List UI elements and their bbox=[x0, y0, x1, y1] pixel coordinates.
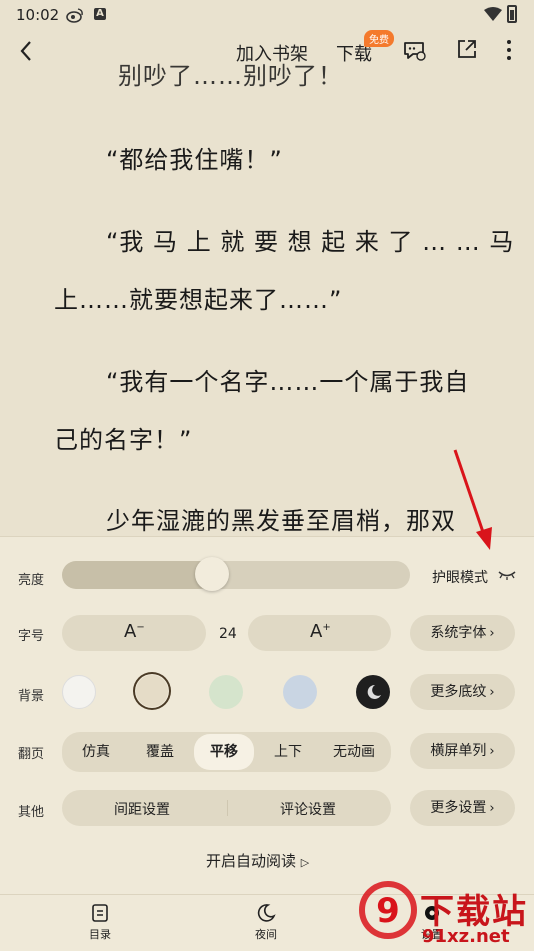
chevron-right-icon: › bbox=[489, 801, 495, 816]
share-icon[interactable] bbox=[456, 38, 478, 60]
page-flip-option[interactable]: 平移 bbox=[194, 734, 254, 770]
landscape-label: 横屏单列 bbox=[430, 743, 487, 759]
chevron-right-icon: › bbox=[489, 626, 495, 641]
watermark-logo-mark: 9 bbox=[376, 891, 400, 931]
other-label: 其他 bbox=[18, 805, 45, 820]
moon-icon bbox=[257, 904, 276, 922]
nav-toc[interactable]: 目录 bbox=[70, 903, 130, 942]
brightness-fill bbox=[62, 561, 212, 589]
landscape-single-column-button[interactable]: 横屏单列 › bbox=[410, 733, 515, 769]
background-swatch[interactable] bbox=[62, 675, 96, 709]
font-increase-icon: A+ bbox=[310, 621, 331, 642]
status-bar: 10:02 A bbox=[0, 0, 534, 30]
chevron-right-icon: › bbox=[489, 744, 495, 759]
page-flip-option[interactable]: 上下 bbox=[258, 734, 318, 770]
brightness-label: 亮度 bbox=[18, 573, 45, 588]
brightness-slider[interactable] bbox=[62, 561, 410, 589]
background-swatch[interactable] bbox=[283, 675, 317, 709]
font-decrease-icon: A− bbox=[124, 621, 145, 642]
closed-eye-icon[interactable] bbox=[498, 569, 516, 581]
page-flip-option[interactable]: 无动画 bbox=[320, 734, 388, 770]
more-textures-button[interactable]: 更多底纹 › bbox=[410, 674, 515, 710]
auto-read-button[interactable]: 开启自动阅读 ▷ bbox=[206, 850, 309, 871]
free-badge: 免费 bbox=[364, 30, 394, 47]
font-size-label: 字号 bbox=[18, 629, 45, 644]
background-swatch[interactable] bbox=[209, 675, 243, 709]
page-flip-label: 翻页 bbox=[18, 747, 45, 762]
chevron-right-icon: › bbox=[489, 685, 495, 700]
page-flip-option[interactable]: 覆盖 bbox=[130, 734, 190, 770]
status-time: 10:02 bbox=[16, 6, 60, 24]
paragraph-line: 己的名字！” bbox=[54, 426, 193, 454]
paragraph-line: “都给我住嘴！” bbox=[106, 146, 283, 174]
background-label: 背景 bbox=[18, 689, 45, 704]
auto-read-label: 开启自动阅读 bbox=[206, 852, 297, 870]
divider bbox=[227, 800, 228, 816]
paragraph-line: 上……就要想起来了……” bbox=[54, 286, 343, 314]
nav-night[interactable]: 夜间 bbox=[236, 903, 296, 942]
eye-protection-mode-button[interactable]: 护眼模式 bbox=[432, 567, 488, 587]
paragraph-line: “我 马 上 就 要 想 起 来 了 … … 马 bbox=[106, 228, 515, 256]
watermark-logo: 9 bbox=[359, 881, 417, 939]
font-decrease-button[interactable]: A− bbox=[62, 615, 206, 651]
site-watermark: 9 下载站 91xz.net bbox=[358, 880, 534, 950]
nav-toc-label: 目录 bbox=[89, 928, 111, 941]
paragraph-line: “我有一个名字……一个属于我自 bbox=[106, 368, 470, 396]
paragraph-line: 少年湿漉的黑发垂至眉梢，那双 bbox=[106, 507, 456, 535]
system-font-button[interactable]: 系统字体 › bbox=[410, 615, 515, 651]
more-settings-label: 更多设置 bbox=[430, 800, 487, 816]
notification-a-icon: A bbox=[94, 8, 106, 20]
background-swatch[interactable] bbox=[356, 675, 390, 709]
comment-settings-button[interactable]: 评论设置 bbox=[280, 799, 336, 819]
more-textures-label: 更多底纹 bbox=[430, 684, 487, 700]
book-contents-icon bbox=[92, 904, 108, 922]
reader-content[interactable]: 别吵了……别吵了！ “都给我住嘴！” “我 马 上 就 要 想 起 来 了 … … bbox=[0, 60, 534, 550]
font-size-value: 24 bbox=[219, 626, 237, 642]
page-flip-option[interactable]: 仿真 bbox=[66, 734, 126, 770]
more-settings-button[interactable]: 更多设置 › bbox=[410, 790, 515, 826]
spacing-settings-button[interactable]: 间距设置 bbox=[114, 799, 170, 819]
background-swatch[interactable] bbox=[136, 675, 168, 707]
system-font-label: 系统字体 bbox=[430, 625, 487, 641]
weibo-icon bbox=[66, 8, 83, 23]
brightness-slider-handle[interactable] bbox=[194, 557, 229, 591]
font-increase-button[interactable]: A+ bbox=[248, 615, 391, 651]
play-icon: ▷ bbox=[300, 856, 310, 869]
comment-icon[interactable] bbox=[402, 38, 426, 62]
wifi-icon bbox=[484, 7, 502, 21]
more-options-icon[interactable] bbox=[504, 38, 514, 62]
battery-icon bbox=[507, 5, 517, 23]
moon-icon bbox=[367, 684, 381, 699]
nav-night-label: 夜间 bbox=[255, 928, 277, 941]
watermark-url: 91xz.net bbox=[422, 926, 510, 947]
paragraph-line: 别吵了……别吵了！ bbox=[118, 62, 343, 90]
